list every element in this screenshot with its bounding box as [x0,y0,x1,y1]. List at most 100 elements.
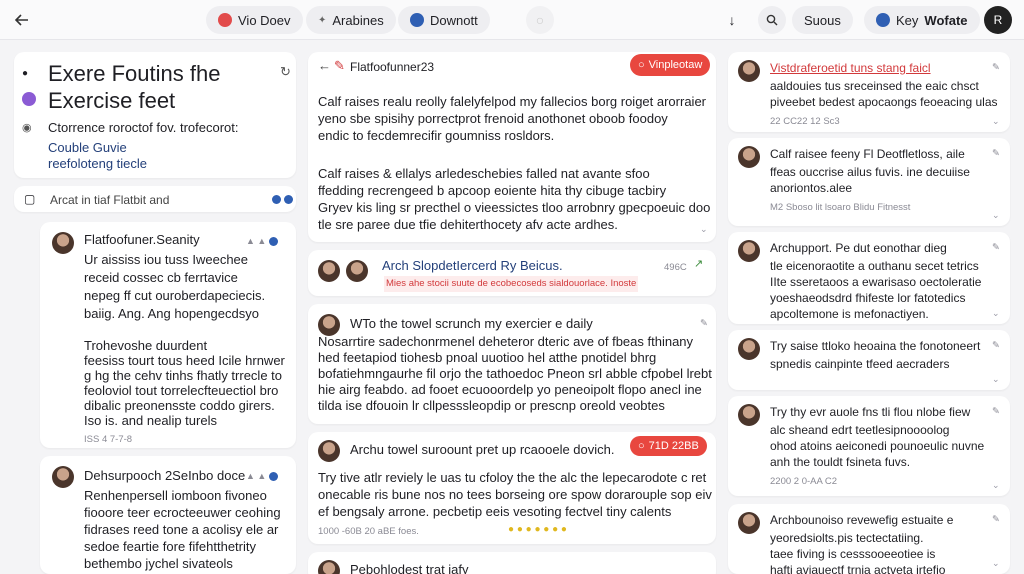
avatar [52,466,74,488]
feed-item-line: spnedis cainpinte tfeed aecraders [770,357,950,371]
avatar [738,404,760,426]
avatar [738,240,760,262]
spark-icon: ✎ [334,58,345,73]
avatar [318,260,340,282]
chevron-down-icon[interactable]: ⌄ [992,116,1000,127]
download-icon[interactable]: ↓ [718,6,746,34]
info-icon: ◉ [22,122,32,134]
text-line: Nosarrtire sadechonrmenel deheteror dter… [318,334,694,349]
avatar [738,338,760,360]
chevron-down-icon[interactable]: ⌄ [700,224,708,235]
thumb-icon[interactable]: ↗ [694,256,703,272]
wofate-label: Wofate [924,12,968,28]
placeholder-icon[interactable]: ○ [526,6,554,34]
feed-item[interactable]: Vistdraferoetid tuns stang faicl aaldouie… [728,52,1010,132]
post-card[interactable]: Dehsurpooch 2SeInbo doce ▲ ▲ Renhenperse… [40,456,296,574]
circle-icon: ○ [638,440,645,452]
post-card[interactable]: Archu towel suroount pret up rcaooele do… [308,432,716,544]
feed-item-line: alc sheand edrt teetlesipnoooolog [770,423,950,437]
avatar[interactable]: R [984,6,1012,34]
feed-item-line: anh the touldt fsineta fuvs. [770,455,911,469]
tab-downott[interactable]: Downott [398,6,490,34]
edit-icon[interactable]: ✎ [992,240,1000,256]
avatar [318,314,340,336]
thread-title: Flatfoofunner23 [350,60,435,74]
edit-icon[interactable]: ✎ [700,316,708,332]
post-author: Flatfoofuner.Seanity [84,232,200,247]
text-line: baiig. Ang. Ang hopengecdsyo [84,306,259,321]
search-icon[interactable] [758,6,786,34]
feed-item-line: tle eicenoraotite a outhanu secet tetric… [770,259,979,273]
refresh-icon[interactable]: ↻ [280,64,291,80]
pill-label: Vinpleotaw [648,59,703,71]
text-line: Renhenpersell iomboon fivoneo [84,488,267,503]
feed-item-line: anoriontos.alee [770,181,853,195]
chevron-down-icon[interactable]: ⌄ [992,210,1000,221]
edit-icon[interactable]: ✎ [992,60,1000,76]
timestamp: M2 Sboso lit lsoaro Blidu Fitnesst [770,202,911,213]
text-line: bethembo jychel sivateols [84,556,233,571]
search-actions[interactable] [272,195,293,204]
tab-label: Downott [430,12,478,28]
edit-icon[interactable]: ✎ [992,512,1000,528]
text-line: receid cossec cb ferrtavice [84,270,238,285]
arrow-left-icon[interactable]: ← [318,58,331,74]
text-line: dibalic preonensste coddo girers. [84,398,275,413]
avatar-initial: R [993,13,1003,27]
search-label: Arcat in tiaf Flatbit and [50,193,170,207]
tab-vio-doev[interactable]: Vio Doev [206,6,303,34]
tab-arabines[interactable]: ✦ Arabines [306,6,396,34]
edit-icon[interactable]: ✎ [992,404,1000,420]
view-pill[interactable]: ○ Vinpleotaw [630,54,711,76]
post-actions[interactable]: ▲ ▲ [246,236,279,246]
edit-icon[interactable]: ✎ [992,146,1000,162]
emoji-row-icon: ● ● ● ● ● ● ● [508,524,567,535]
status-label: Suous [804,12,841,28]
key-label: Key [896,12,919,28]
chevron-down-icon[interactable]: ⌄ [992,558,1000,569]
feed-item-line: IIte sseretaoos a ewarisaso oectoleratie [770,275,982,289]
text-line: Try tive atlr reviely le uas tu cfoloy t… [318,470,707,485]
wofate-button[interactable]: Key Wofate [864,6,980,34]
feed-item[interactable]: Archupport. Pe dut eonothar dieg tle eice… [728,232,1010,324]
text-line: Trohevoshe duurdent [84,338,208,353]
text-line: Gryev kis ling sr precthel o vieessictes… [318,200,711,215]
feed-item-line: yeoredsiolts.pis tectectatiing. [770,531,924,545]
edit-icon[interactable]: ✎ [992,338,1000,354]
intro-card: ● Exere Foutins fhe ↻ Exercise feet ◉ Ct… [14,52,296,178]
text-line: yeno sbe spisihy porrectprot frenoid ano… [318,111,668,126]
feed-item[interactable]: Try thy evr auole fns tli flou nlobe fie… [728,396,1010,496]
square-icon: ▢ [24,192,36,206]
chevron-down-icon[interactable]: ⌄ [992,480,1000,491]
chevron-down-icon[interactable]: ⌄ [992,308,1000,319]
post-actions[interactable]: ▲ ▲ [246,471,279,481]
feed-item-line: ffeas ouccrise ailus fuvis. ine decuiise [770,165,970,179]
text-line: feoloviol tout torrelecfteuectiol bro [84,383,279,398]
pill-label: 71D 22BB [648,440,699,452]
feed-item[interactable]: Archbounoiso revewefig estuaite e yeoreds… [728,504,1010,574]
timestamp: 1000 -60B 20 aBE foes. [318,526,419,537]
arrow-left-icon[interactable] [8,6,36,34]
avatar [318,440,340,462]
avatar [738,60,760,82]
circle-icon: ○ [638,59,645,71]
top-bar: Vio Doev ✦ Arabines Downott ○ ↓ Suous Ke… [0,0,1024,40]
post-card[interactable]: WTo the towel scrunch my exercier e dail… [308,304,716,424]
feed-item-line: taee fiving is cesssooeeotiee is [770,547,936,561]
timestamp: ISS 4 7-7-8 [84,434,133,445]
chevron-down-icon[interactable]: ⌄ [992,374,1000,385]
status-button[interactable]: Suous [792,6,853,34]
post-card[interactable]: Flatfoofuner.Seanity ▲ ▲ Ur aississ iou … [40,222,296,448]
feed-item[interactable]: Calf raisee feeny Fl Deotfletloss, aile f… [728,138,1010,226]
count-pill[interactable]: ○ 71D 22BB [630,436,707,456]
post-card[interactable]: Arch SlopdetIercerd Ry Beicus. 496C ↗ Mi… [308,250,716,296]
post-card[interactable]: Pebohlodest trat iafy [308,552,716,574]
text-line: feesiss tourt tous heed Icile hrnwer [84,353,285,368]
tag-row: Mies ahe stocii suute de ecobecoseds sia… [384,276,639,292]
text-line: Calf raises realu reolly falelyfelpod my… [318,94,707,109]
text-line: Iso is. and nealip turels [84,413,217,428]
text-line: ffedding recrengeed b apcoop eoiente hit… [318,183,667,198]
search-row[interactable]: ▢ Arcat in tiaf Flatbit and [14,186,296,212]
feed-item-title: Archupport. Pe dut eonothar dieg [770,241,947,255]
feed-item[interactable]: Try saise ttloko heoaina the fonotoneert… [728,330,1010,390]
